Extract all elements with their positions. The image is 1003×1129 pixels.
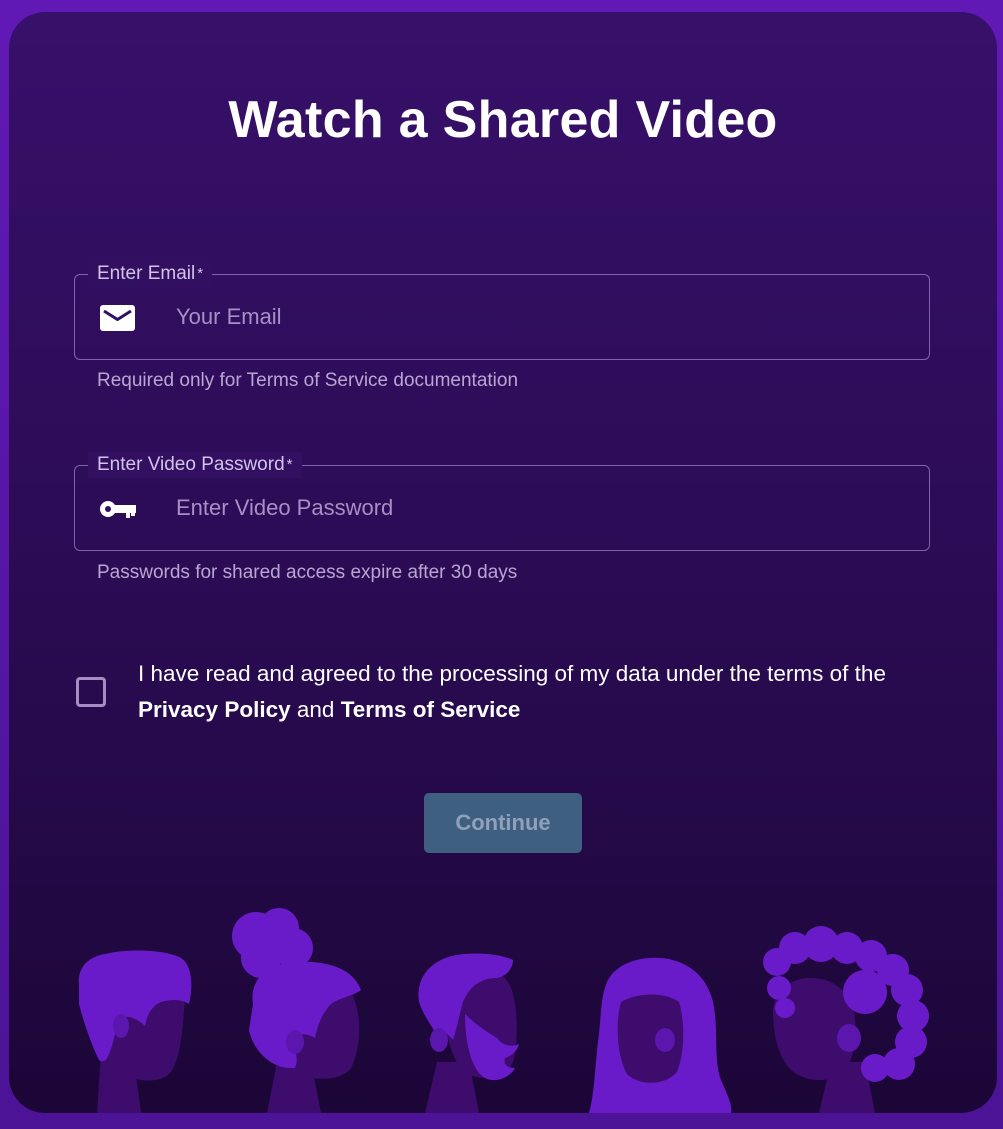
consent-text: I have read and agreed to the processing…: [138, 656, 898, 728]
email-field-label: Enter Email *: [88, 261, 213, 287]
person-1-illustration: [78, 950, 192, 1113]
continue-button[interactable]: Continue: [424, 793, 582, 853]
people-illustration: [78, 908, 929, 1113]
email-helper-text: Required only for Terms of Service docum…: [97, 370, 519, 391]
privacy-policy-link[interactable]: Privacy Policy: [138, 697, 291, 722]
consent-and: and: [296, 697, 335, 722]
person-4-illustration: [589, 957, 732, 1113]
mail-icon: [99, 302, 137, 334]
terms-of-service-link[interactable]: Terms of Service: [341, 697, 521, 722]
shared-video-card: Watch a Shared Video Enter Email* Requir…: [9, 12, 997, 1113]
person-3-illustration: [418, 953, 519, 1113]
person-2-illustration: [232, 908, 361, 1113]
page-background: Watch a Shared Video Enter Email* Requir…: [0, 0, 1003, 1129]
person-5-illustration: [763, 926, 929, 1113]
password-required-mark: *: [286, 456, 293, 473]
email-input[interactable]: [176, 295, 896, 339]
password-helper-text: Passwords for shared access expire after…: [97, 562, 518, 583]
email-label-text: Enter Email: [97, 263, 196, 284]
password-input[interactable]: [176, 486, 896, 530]
key-icon: [99, 493, 137, 525]
password-field-label: Enter Video Password *: [88, 452, 302, 478]
consent-checkbox[interactable]: [76, 677, 106, 707]
page-title: Watch a Shared Video: [228, 91, 778, 149]
consent-text-before: I have read and agreed to the processing…: [138, 661, 886, 686]
email-field-box[interactable]: Enter Email *: [74, 261, 930, 360]
password-field-box[interactable]: Enter Video Password *: [74, 452, 930, 551]
password-label-text: Enter Video Password: [97, 454, 285, 475]
email-required-mark: *: [197, 265, 204, 282]
